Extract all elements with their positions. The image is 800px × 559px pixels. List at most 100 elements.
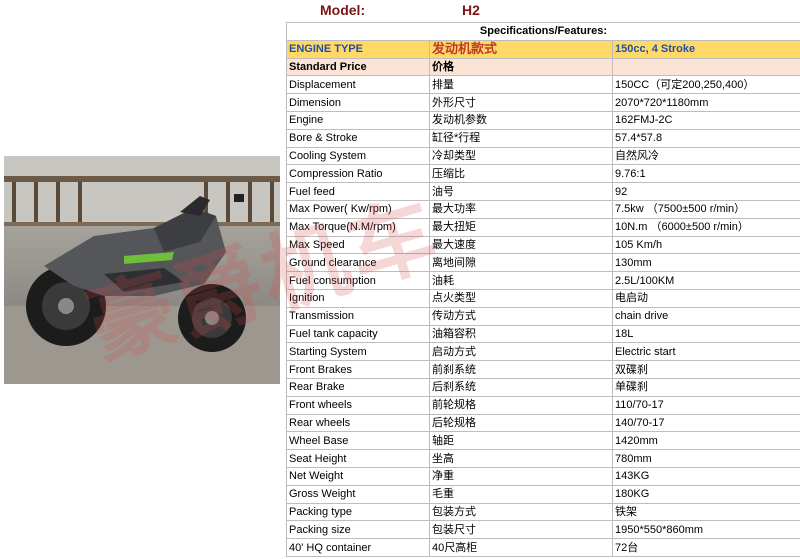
- spec-value: 150cc, 4 Stroke: [611, 39, 800, 59]
- table-row: Max Torque(N.M/rpm) 最大扭矩 10N.m （6000±500…: [286, 217, 800, 237]
- spec-value: 105 Km/h: [611, 235, 800, 255]
- spec-value: 140/70-17: [611, 413, 800, 433]
- spec-value: 180KG: [611, 484, 800, 504]
- table-row: Ignition 点火类型 电启动: [286, 288, 800, 308]
- model-value: H2: [462, 2, 480, 18]
- table-row: Front wheels 前轮规格 110/70-17: [286, 395, 800, 415]
- spec-name-cn: 轴距: [429, 431, 613, 451]
- spec-name-cn: 前轮规格: [429, 395, 613, 415]
- table-row: Dimension 外形尺寸 2070*720*1180mm: [286, 93, 800, 112]
- spec-name-cn: 油耗: [429, 271, 613, 290]
- spec-value: 1950*550*860mm: [611, 520, 800, 540]
- spec-name: Front wheels: [286, 395, 430, 415]
- spec-name: Front Brakes: [286, 360, 430, 379]
- spec-name-cn: 油号: [429, 182, 613, 201]
- table-row: Packing size 包装尺寸 1950*550*860mm: [286, 520, 800, 540]
- spec-name-cn: 前刹系统: [429, 360, 613, 379]
- spec-name: Compression Ratio: [286, 164, 430, 184]
- spec-name: Gross Weight: [286, 484, 430, 504]
- spec-value: 单碟刹: [611, 377, 800, 397]
- spec-name-cn: 发动机款式: [429, 39, 613, 59]
- table-row: Packing type 包装方式 铁架: [286, 502, 800, 522]
- spec-name-cn: 后轮规格: [429, 413, 613, 433]
- spec-name-cn: 包装尺寸: [429, 520, 613, 540]
- table-row: Seat Height 坐高 780mm: [286, 449, 800, 468]
- spec-name-cn: 点火类型: [429, 288, 613, 308]
- table-row: Standard Price 价格: [286, 57, 800, 77]
- spec-value: 7.5kw （7500±500 r/min）: [611, 199, 800, 219]
- spec-name: Seat Height: [286, 449, 430, 468]
- spec-name: ENGINE TYPE: [286, 39, 430, 59]
- spec-value: 2.5L/100KM: [611, 271, 800, 290]
- photo-panel: [0, 22, 286, 559]
- spec-value: 72台: [611, 538, 800, 557]
- spec-value: chain drive: [611, 306, 800, 326]
- spec-name: Rear wheels: [286, 413, 430, 433]
- table-row: Rear Brake 后刹系统 单碟刹: [286, 377, 800, 397]
- spec-name: Fuel consumption: [286, 271, 430, 290]
- spec-name-cn: 最大扭矩: [429, 217, 613, 237]
- table-row: Wheel Base 轴距 1420mm: [286, 431, 800, 451]
- table-row: 40' HQ container 40尺高柜 72台: [286, 538, 800, 557]
- spec-value: 铁架: [611, 502, 800, 522]
- spec-name: Bore & Stroke: [286, 128, 430, 148]
- table-row: Fuel feed 油号 92: [286, 182, 800, 201]
- spec-name: Engine: [286, 110, 430, 130]
- spec-name: Displacement: [286, 75, 430, 95]
- table-row: Cooling System 冷却类型 自然风冷: [286, 146, 800, 166]
- spec-name: Net Weight: [286, 466, 430, 486]
- spec-name: Packing size: [286, 520, 430, 540]
- spec-name-cn: 启动方式: [429, 342, 613, 362]
- spec-name-cn: 毛重: [429, 484, 613, 504]
- spec-value: 780mm: [611, 449, 800, 468]
- spec-name-cn: 40尺高柜: [429, 538, 613, 557]
- table-row: Displacement 排量 150CC（可定200,250,400）: [286, 75, 800, 95]
- spec-name-cn: 最大功率: [429, 199, 613, 219]
- table-row: Transmission 传动方式 chain drive: [286, 306, 800, 326]
- spec-value: 2070*720*1180mm: [611, 93, 800, 112]
- spec-value: 电启动: [611, 288, 800, 308]
- spec-name: Fuel tank capacity: [286, 324, 430, 344]
- table-title: Specifications/Features:: [285, 22, 800, 41]
- spec-name: Max Speed: [286, 235, 430, 255]
- spec-value: 92: [611, 182, 800, 201]
- spec-value: 1420mm: [611, 431, 800, 451]
- spec-name-cn: 压缩比: [429, 164, 613, 184]
- spec-value: 130mm: [611, 253, 800, 273]
- spec-value: 110/70-17: [611, 395, 800, 415]
- spec-name: Dimension: [286, 93, 430, 112]
- table-row: Rear wheels 后轮规格 140/70-17: [286, 413, 800, 433]
- spec-value: 150CC（可定200,250,400）: [611, 75, 800, 95]
- spec-name: Fuel feed: [286, 182, 430, 201]
- table-title-row: Specifications/Features:: [285, 22, 800, 41]
- spec-name: Max Torque(N.M/rpm): [286, 217, 430, 237]
- spec-value: 18L: [611, 324, 800, 344]
- table-row: Net Weight 净重 143KG: [286, 466, 800, 486]
- spec-name-cn: 外形尺寸: [429, 93, 613, 112]
- spec-name-cn: 离地间隙: [429, 253, 613, 273]
- spec-value: Electric start: [611, 342, 800, 362]
- spec-name-cn: 包装方式: [429, 502, 613, 522]
- spec-name-cn: 油箱容积: [429, 324, 613, 344]
- spec-name: Ground clearance: [286, 253, 430, 273]
- table-row: Ground clearance 离地间隙 130mm: [286, 253, 800, 273]
- spec-value: 10N.m （6000±500 r/min）: [611, 217, 800, 237]
- spec-name: Cooling System: [286, 146, 430, 166]
- spec-value: [611, 57, 800, 77]
- spec-name: Rear Brake: [286, 377, 430, 397]
- spec-name: Ignition: [286, 288, 430, 308]
- table-row: Fuel tank capacity 油箱容积 18L: [286, 324, 800, 344]
- spec-name: Wheel Base: [286, 431, 430, 451]
- table-row: Front Brakes 前刹系统 双碟刹: [286, 360, 800, 379]
- spec-name-cn: 缸径*行程: [429, 128, 613, 148]
- spec-name-cn: 价格: [429, 57, 613, 77]
- spec-table: Specifications/Features: ENGINE TYPE 发动机…: [285, 22, 800, 557]
- spec-value: 9.76:1: [611, 164, 800, 184]
- table-row: ENGINE TYPE 发动机款式 150cc, 4 Stroke: [286, 39, 800, 59]
- spec-name-cn: 发动机参数: [429, 110, 613, 130]
- spec-name: Starting System: [286, 342, 430, 362]
- spec-name-cn: 冷却类型: [429, 146, 613, 166]
- table-row: Max Power( Kw/rpm) 最大功率 7.5kw （7500±500 …: [286, 199, 800, 219]
- spec-value: 162FMJ-2C: [611, 110, 800, 130]
- spec-name: Transmission: [286, 306, 430, 326]
